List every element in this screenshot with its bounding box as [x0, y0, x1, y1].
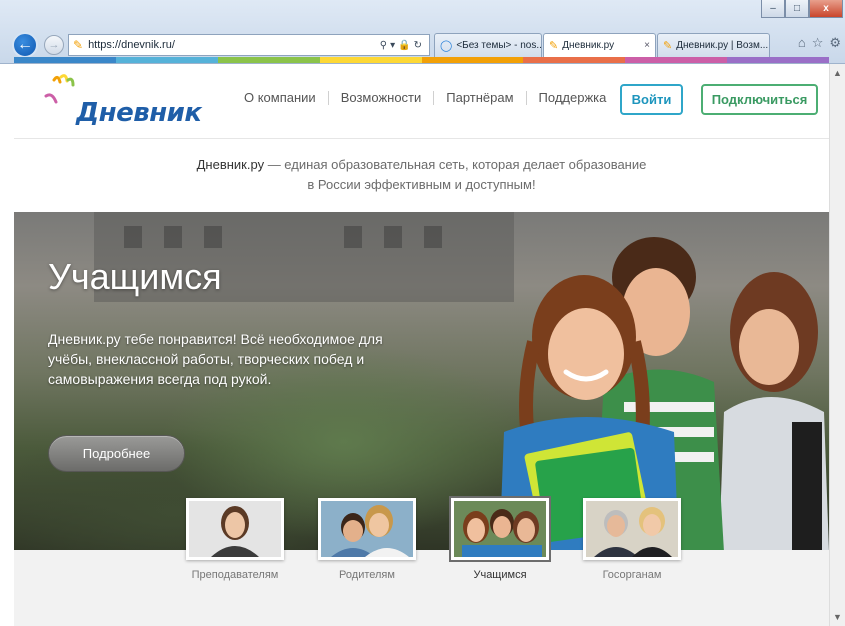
main-menu: О компании Возможности Партнёрам Поддерж… [232, 90, 618, 105]
hero-title: Учащимся [48, 256, 222, 297]
page-scrollbar[interactable]: ▲ ▼ [829, 64, 845, 626]
tab-close-icon[interactable]: × [636, 40, 650, 51]
menu-item-features[interactable]: Возможности [329, 90, 434, 105]
tab-label: Дневник.ру [562, 40, 615, 51]
browser-chrome: – □ x ← → ✎ https://dnevnik.ru/ ⚲▾🔒↻ ◯ <… [0, 0, 845, 64]
site-header: Дневник О компании Возможности Партнёрам… [14, 64, 829, 139]
address-tools[interactable]: ⚲▾🔒↻ [380, 40, 425, 51]
forward-button[interactable]: → [44, 35, 64, 55]
tagline-line2: в России эффективным и доступным! [307, 177, 536, 192]
ie-icon: ◯ [440, 40, 453, 52]
color-strip-segment [14, 57, 116, 63]
tagline: Дневник.ру — единая образовательная сеть… [14, 155, 829, 195]
tab-dnevnik-features[interactable]: ✎ Дневник.ру | Возм... [657, 33, 770, 57]
teacher-photo [186, 498, 284, 560]
dnevnik-icon: ✎ [663, 40, 673, 52]
back-button[interactable]: ← [12, 32, 38, 58]
browser-toolbar-icons: ⌂ ☆ ⚙ [798, 35, 841, 51]
color-strip-segment [319, 57, 422, 63]
audience-label: Учащимся [473, 569, 527, 581]
refresh-icon[interactable]: ↻ [414, 40, 425, 51]
more-button[interactable]: Подробнее [48, 435, 185, 472]
site-logo[interactable]: Дневник [40, 74, 202, 128]
color-strip-segment [115, 57, 218, 63]
color-strip-segment [421, 57, 524, 63]
logo-text: Дневник [76, 98, 202, 128]
tagline-brand: Дневник.ру [196, 157, 265, 172]
settings-gear-icon[interactable]: ⚙ [829, 35, 841, 51]
menu-item-support[interactable]: Поддержка [527, 90, 619, 105]
building-window [344, 226, 362, 248]
dnevnik-favicon-icon: ✎ [73, 38, 84, 52]
arrow-right-icon: → [48, 39, 60, 51]
home-icon[interactable]: ⌂ [798, 35, 806, 51]
minimize-button[interactable]: – [761, 0, 785, 18]
maximize-button[interactable]: □ [785, 0, 809, 18]
tab-label: <Без темы> - nos... [456, 40, 542, 51]
scroll-up-icon[interactable]: ▲ [833, 68, 842, 78]
building-window [124, 226, 142, 248]
building-window [424, 226, 442, 248]
parents-photo [318, 498, 416, 560]
audience-card-teachers[interactable]: Преподавателям [186, 498, 284, 581]
lock-icon[interactable]: 🔒 [398, 40, 413, 51]
color-strip-segment [727, 57, 829, 63]
favorites-star-icon[interactable]: ☆ [812, 35, 824, 51]
window-controls: – □ x [761, 0, 843, 18]
dropdown-icon[interactable]: ▾ [390, 40, 398, 51]
arrow-left-icon: ← [17, 36, 33, 53]
color-strip-segment [523, 57, 626, 63]
scroll-down-icon[interactable]: ▼ [833, 612, 842, 622]
audience-card-parents[interactable]: Родителям [318, 498, 416, 581]
url-text[interactable]: https://dnevnik.ru/ [88, 39, 380, 51]
government-photo [583, 498, 681, 560]
audience-label: Госорганам [602, 569, 662, 581]
building-window [384, 226, 402, 248]
search-icon[interactable]: ⚲ [380, 40, 390, 51]
tab-no-subject[interactable]: ◯ <Без темы> - nos... [434, 33, 542, 57]
hero-description: Дневник.ру тебе понравится! Всё необходи… [48, 331, 383, 387]
tab-label: Дневник.ру | Возм... [676, 40, 769, 51]
color-strip [14, 57, 829, 63]
tab-dnevnik[interactable]: ✎ Дневник.ру × [543, 33, 656, 57]
building-window [204, 226, 222, 248]
menu-item-about[interactable]: О компании [232, 90, 328, 105]
students-thumb-photo [451, 498, 549, 560]
color-strip-segment [625, 57, 728, 63]
audience-label: Преподавателям [191, 569, 279, 581]
audience-selector: Преподавателям Родителям Учащимся Госорг… [14, 498, 829, 626]
web-page: Дневник О компании Возможности Партнёрам… [14, 64, 829, 626]
login-button[interactable]: Войти [620, 84, 683, 115]
color-strip-segment [217, 57, 320, 63]
audience-card-students[interactable]: Учащимся [451, 498, 549, 581]
building-window [164, 226, 182, 248]
address-bar[interactable]: ✎ https://dnevnik.ru/ ⚲▾🔒↻ [68, 34, 430, 56]
tagline-line1: — единая образовательная сеть, которая д… [264, 157, 647, 172]
dnevnik-icon: ✎ [549, 40, 559, 52]
audience-card-government[interactable]: Госорганам [583, 498, 681, 581]
connect-button[interactable]: Подключиться [701, 84, 818, 115]
close-window-button[interactable]: x [809, 0, 843, 18]
menu-item-partners[interactable]: Партнёрам [434, 90, 525, 105]
audience-label: Родителям [339, 569, 395, 581]
